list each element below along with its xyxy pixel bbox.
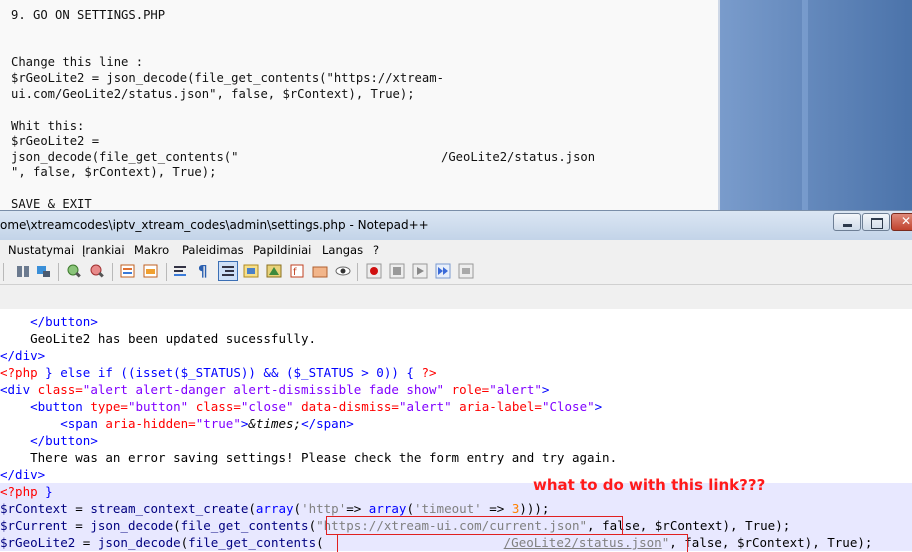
- toolbar: ¶ f: [0, 260, 912, 285]
- play-icon[interactable]: [412, 263, 428, 279]
- doc-line: Whit this:: [11, 119, 85, 133]
- highlight-box: [326, 516, 623, 535]
- doc-line: ui.com/GeoLite2/status.json", false, $rC…: [11, 87, 415, 101]
- code-line: <?php }: [0, 483, 912, 500]
- menu-macro[interactable]: Makro: [134, 243, 169, 257]
- annotation-label: what to do with this link???: [533, 476, 766, 494]
- close-button[interactable]: ✕: [891, 213, 912, 231]
- code-line: GeoLite2 has been updated sucessfully.: [30, 331, 317, 346]
- tab-bar: [0, 285, 912, 310]
- code-line: </div>: [0, 467, 46, 482]
- pilcrow-icon[interactable]: ¶: [198, 263, 214, 279]
- code-line: <span aria-hidden="true">&times;</span>: [60, 416, 354, 431]
- code-line: </button>: [30, 314, 98, 329]
- window-titlebar[interactable]: ome\xtreamcodes\iptv_xtream_codes\admin\…: [0, 210, 912, 241]
- close-icon: ✕: [901, 214, 912, 228]
- menu-window[interactable]: Langas: [322, 243, 363, 257]
- maximize-icon: [871, 218, 883, 229]
- doc-line: json_decode(file_get_contents(": [11, 150, 239, 164]
- wrap-icon[interactable]: [173, 263, 189, 279]
- doc-line: $rGeoLite2 =: [11, 134, 100, 148]
- stop-icon[interactable]: [389, 263, 405, 279]
- svg-text:f: f: [293, 267, 297, 278]
- doc-list-icon[interactable]: [312, 263, 328, 279]
- save-macro-icon[interactable]: [458, 263, 474, 279]
- doc-map-icon[interactable]: [120, 263, 136, 279]
- minimize-icon: [843, 224, 852, 227]
- code-line: $rContext = stream_context_create(array(…: [0, 500, 912, 517]
- menu-tools[interactable]: Įrankiai: [82, 243, 125, 257]
- code-line: <?php } else if ((isset($_STATUS)) && ($…: [0, 365, 437, 380]
- doc-line: /GeoLite2/status.json: [441, 150, 596, 164]
- indent-guide-icon[interactable]: [218, 261, 238, 281]
- run-multiple-icon[interactable]: [435, 263, 451, 279]
- minimize-button[interactable]: [833, 213, 861, 231]
- desktop-background: [718, 0, 912, 210]
- record-icon[interactable]: [366, 263, 382, 279]
- code-line: <div class="alert alert-danger alert-dis…: [0, 382, 550, 397]
- menu-bar: Nustatymai Įrankiai Makro Paleidimas Pap…: [0, 240, 912, 260]
- code-line: </div>: [0, 348, 46, 363]
- doc-line: ", false, $rContext), True);: [11, 165, 217, 179]
- monitor-icon[interactable]: [335, 263, 351, 279]
- doc-line: $rGeoLite2 = json_decode(file_get_conten…: [11, 71, 444, 85]
- doc-step-heading: 9. GO ON SETTINGS.PHP: [11, 8, 166, 22]
- menu-plugins[interactable]: Papildiniai: [253, 243, 311, 257]
- zoom-out-icon[interactable]: [89, 263, 105, 279]
- folder-as-workspace-icon[interactable]: f: [289, 263, 305, 279]
- zoom-in-icon[interactable]: [66, 263, 82, 279]
- menu-help[interactable]: ?: [373, 243, 379, 257]
- code-line: <button type="button" class="close" data…: [30, 399, 603, 414]
- sync-h-icon[interactable]: [36, 263, 52, 279]
- tutorial-document: 9. GO ON SETTINGS.PHP Change this line :…: [0, 0, 718, 210]
- doc-switch-icon[interactable]: [143, 263, 159, 279]
- maximize-button[interactable]: [862, 213, 890, 231]
- menu-run[interactable]: Paleidimas: [182, 243, 244, 257]
- menu-settings[interactable]: Nustatymai: [8, 243, 74, 257]
- sync-v-icon[interactable]: [15, 263, 31, 279]
- code-line: </button>: [30, 433, 98, 448]
- lang-icon[interactable]: [243, 263, 259, 279]
- window-title: ome\xtreamcodes\iptv_xtream_codes\admin\…: [0, 218, 429, 232]
- doc-line: Change this line :: [11, 55, 144, 69]
- code-line: There was an error saving settings! Plea…: [30, 450, 618, 465]
- doc-line: SAVE & EXIT: [11, 197, 92, 210]
- highlight-box: [337, 534, 688, 552]
- function-list-icon[interactable]: [266, 263, 282, 279]
